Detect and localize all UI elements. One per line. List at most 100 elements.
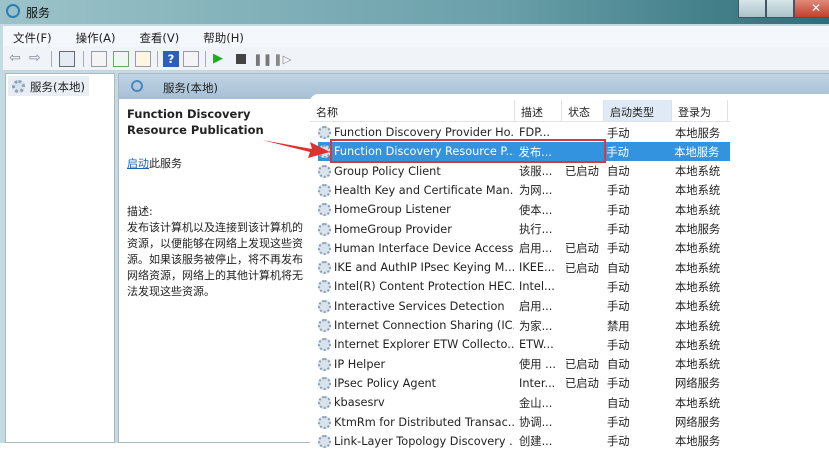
close-button[interactable]: ✕ [794, 0, 829, 18]
service-row[interactable]: HomeGroup Listener 使本... 手动 本地系统 [318, 200, 731, 219]
forward-icon[interactable]: ⇨ [29, 51, 45, 67]
export-icon[interactable] [135, 51, 151, 67]
service-row[interactable]: Human Interface Device Access 启用... 已启动 手动 本… [318, 239, 731, 258]
menu-action[interactable]: 操作(A) [66, 26, 116, 47]
maximize-button[interactable] [766, 0, 794, 18]
cell-name: Link-Layer Topology Discovery ... [334, 434, 514, 448]
column-description[interactable]: 描述 [515, 100, 562, 121]
cell-name: Internet Connection Sharing (IC... [334, 319, 514, 332]
cell-name: Health Key and Certificate Man... [334, 183, 514, 197]
cell-name: Function Discovery Provider Ho... [334, 126, 514, 139]
cell-name: Human Interface Device Access [334, 241, 514, 255]
column-name[interactable]: 名称 [310, 100, 515, 121]
menu-help[interactable]: 帮助(H) [193, 26, 244, 47]
cell-status: 已启动 [565, 261, 599, 275]
cell-desc: 启用... [519, 300, 553, 314]
back-icon[interactable]: ⇦ [9, 51, 25, 67]
cell-startup: 手动 [606, 145, 629, 159]
cell-status: 已启动 [565, 242, 599, 256]
list-header: 名称 描述 状态 启动类型 登录为 [310, 100, 730, 122]
cell-status: 已启动 [565, 165, 599, 179]
gear-icon [318, 376, 331, 390]
gear-icon [318, 164, 331, 178]
pause-icon[interactable]: ❚❚ [253, 51, 272, 67]
cell-logon: 本地系统 [675, 319, 721, 333]
column-logon-as[interactable]: 登录为 [672, 100, 728, 121]
cell-logon: 本地系统 [675, 280, 721, 294]
cell-logon: 本地服务 [675, 223, 721, 236]
service-row[interactable]: Group Policy Client 该服... 已启动 自动 本地系统 [318, 162, 731, 181]
menu-view[interactable]: 查看(V) [129, 26, 179, 47]
start-icon[interactable]: ▶ [213, 51, 229, 67]
gear-icon [318, 299, 331, 313]
cell-startup: 手动 [607, 242, 630, 256]
cell-desc: 协调... [519, 416, 553, 429]
service-row[interactable]: HomeGroup Provider 执行... 手动 本地服务 [318, 220, 731, 239]
refresh-icon[interactable] [113, 51, 129, 67]
menu-bar: 文件(F) 操作(A) 查看(V) 帮助(H) [3, 26, 829, 47]
service-row[interactable]: IP Helper 使用 ... 已启动 自动 本地系统 [318, 355, 731, 374]
start-suffix: 此服务 [149, 157, 182, 170]
cell-name: IP Helper [334, 357, 386, 371]
service-row[interactable]: Intel(R) Content Protection HEC... Intel.… [318, 277, 731, 296]
gear-icon [12, 80, 25, 93]
services-icon [6, 4, 20, 18]
cell-desc: 使本... [519, 203, 553, 217]
cell-name: HomeGroup Provider [334, 222, 452, 236]
service-row[interactable]: Internet Connection Sharing (IC... 为家... 禁… [318, 316, 731, 335]
service-row[interactable]: Internet Explorer ETW Collecto... ETW... 手… [318, 335, 731, 354]
tree-item-services-local[interactable]: 服务(本地) [8, 76, 89, 96]
cell-desc: Inter... [519, 376, 556, 390]
toolbar: ⇦ ⇨ ? ▶ ❚❚ ❚▷ [3, 47, 829, 71]
gear-icon [318, 261, 331, 275]
column-status[interactable]: 状态 [562, 100, 604, 121]
cell-desc: 为网... [519, 184, 553, 198]
gear-icon [318, 319, 331, 332]
cell-startup: 手动 [607, 377, 630, 391]
gear-icon [318, 338, 331, 352]
cell-startup: 手动 [607, 300, 630, 314]
cell-startup: 手动 [607, 280, 630, 294]
restart-icon[interactable]: ❚▷ [273, 51, 291, 67]
cell-logon: 本地系统 [675, 184, 721, 198]
cell-desc: ETW... [519, 338, 554, 352]
cell-status: 已启动 [565, 358, 599, 372]
help-icon[interactable]: ? [163, 51, 179, 67]
cell-startup: 自动 [607, 396, 630, 410]
cell-name: Interactive Services Detection [334, 299, 505, 313]
title-bar: 服务 ✕ [0, 0, 829, 24]
show-hide-tree-icon[interactable] [59, 51, 75, 67]
cell-desc: 该服... [519, 165, 553, 179]
service-row[interactable]: KtmRm for Distributed Transac... 协调... 手动 网… [318, 413, 731, 432]
menu-file[interactable]: 文件(F) [3, 26, 52, 47]
cell-name: HomeGroup Listener [334, 203, 451, 217]
cell-startup: 手动 [607, 435, 630, 449]
cell-startup: 手动 [607, 126, 630, 140]
pane-title: 服务(本地) [163, 81, 218, 95]
cell-logon: 网络服务 [675, 377, 721, 391]
cell-logon: 本地系统 [675, 396, 721, 410]
cell-desc: 创建... [519, 435, 553, 449]
properties-icon[interactable] [91, 51, 107, 67]
minimize-button[interactable] [738, 0, 766, 18]
service-row[interactable]: Health Key and Certificate Man... 为网... 手动… [318, 181, 731, 200]
cell-desc: FDP... [519, 126, 551, 139]
cell-logon: 本地服务 [674, 145, 720, 159]
service-row[interactable]: kbasesrv 金山... 自动 本地系统 [318, 393, 731, 412]
window-title: 服务 [26, 6, 51, 20]
cell-name: KtmRm for Distributed Transac... [334, 415, 514, 429]
cell-startup: 自动 [607, 358, 630, 372]
start-service-link[interactable]: 启动 [127, 157, 149, 170]
cell-logon: 本地服务 [675, 126, 721, 140]
cell-name: Intel(R) Content Protection HEC... [334, 280, 514, 294]
column-startup-type[interactable]: 启动类型 [604, 100, 672, 121]
service-row[interactable]: IKE and AuthIP IPsec Keying M... IKEE... 已… [318, 258, 731, 277]
service-row[interactable]: Link-Layer Topology Discovery ... 创建... 手动… [318, 432, 731, 451]
stop-icon[interactable] [233, 51, 249, 67]
service-row[interactable]: IPsec Policy Agent Inter... 已启动 手动 网络服务 [318, 374, 731, 393]
cell-name: Internet Explorer ETW Collecto... [334, 338, 514, 352]
cell-startup: 禁用 [607, 319, 630, 333]
cell-startup: 手动 [607, 416, 630, 429]
service-row[interactable]: Interactive Services Detection 启用... 手动 本地系… [318, 297, 731, 316]
view-icon[interactable] [183, 51, 199, 67]
